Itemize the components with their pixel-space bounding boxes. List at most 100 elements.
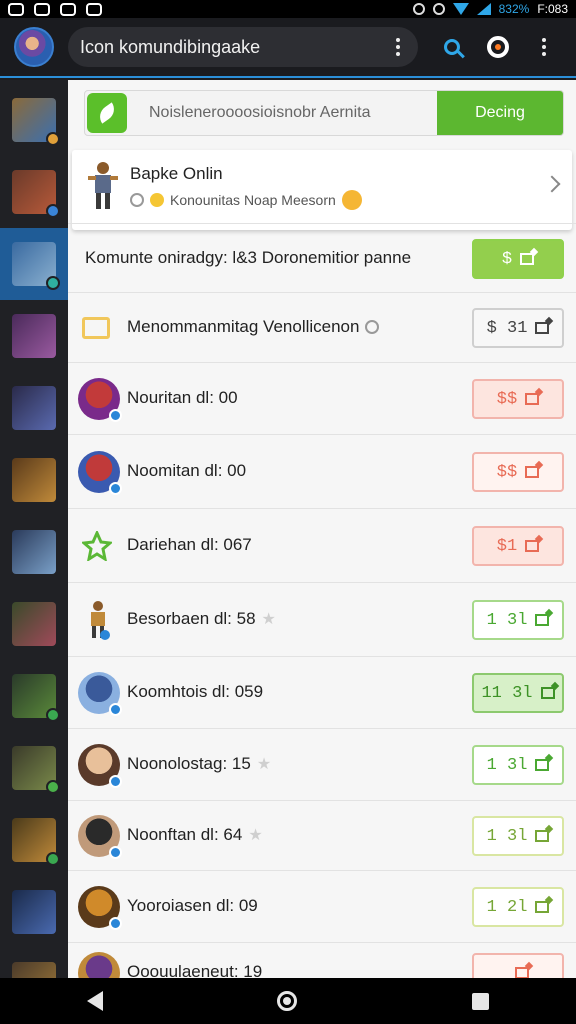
search-button[interactable] xyxy=(434,29,470,65)
sidebar-item[interactable] xyxy=(0,876,68,948)
overflow-menu-button[interactable] xyxy=(526,29,562,65)
list-item[interactable]: Koomhtois dl: 059 11 3l xyxy=(68,656,576,728)
list-item-text: Koomhtois dl: 059 xyxy=(127,682,263,702)
gear-icon xyxy=(487,36,509,58)
sidebar xyxy=(0,80,68,1006)
promo-banner[interactable]: Noisleneroooosioisnobr Aernita Decing xyxy=(84,90,564,136)
price-button[interactable]: 1 3l xyxy=(472,745,564,785)
featured-title: Bapke Onlin xyxy=(130,164,223,183)
sidebar-item[interactable] xyxy=(0,588,68,660)
signal-icon xyxy=(476,3,491,15)
notification-icon xyxy=(8,2,24,16)
sidebar-item[interactable] xyxy=(0,228,68,300)
star-icon: ★ xyxy=(248,827,263,844)
featured-subtitle-text: Konounitas Noap Meesorn xyxy=(170,192,336,208)
list-item[interactable]: Noonftan dl: 64 ★ 1 3l xyxy=(68,800,576,870)
price-button[interactable]: $ 31 xyxy=(472,308,564,348)
list-item[interactable]: Nouritan dl: 00 $$ xyxy=(68,362,576,434)
main-content: Noisleneroooosioisnobr Aernita Decing Ba… xyxy=(68,80,576,978)
price-button[interactable]: 11 3l xyxy=(472,673,564,713)
list-item[interactable]: Noonolostag: 15 ★ 1 3l xyxy=(68,728,576,800)
avatar xyxy=(78,378,122,422)
cart-icon xyxy=(525,466,540,478)
cart-icon xyxy=(535,759,550,771)
online-badge xyxy=(109,775,122,788)
price-label: $ 31 xyxy=(486,318,528,338)
home-button[interactable] xyxy=(277,991,298,1011)
cart-icon xyxy=(535,901,550,913)
list-item-label: Noomitan dl: 00 xyxy=(127,461,247,480)
featured-subtitle: Konounitas Noap Meesorn xyxy=(130,190,362,210)
price-button[interactable]: $$ xyxy=(472,379,564,419)
search-text: Icon komundibingaake xyxy=(80,36,261,57)
list-item-text: Noonftan dl: 64 ★ xyxy=(127,825,263,845)
search-icon xyxy=(444,39,460,55)
sidebar-item[interactable] xyxy=(0,732,68,804)
sidebar-item[interactable] xyxy=(0,444,68,516)
search-menu-icon[interactable] xyxy=(390,38,406,56)
gear-small-icon xyxy=(365,320,380,334)
list-item-label: Menommanmitag Venollicenon xyxy=(127,317,360,336)
more-vert-icon xyxy=(536,38,552,56)
sidebar-item[interactable] xyxy=(0,156,68,228)
list-item[interactable]: Komunte oniradgy: l&3 Doronemitior panne… xyxy=(68,223,576,293)
price-label: 1 3l xyxy=(486,610,528,630)
status-badge xyxy=(46,204,60,218)
battery-text: 832% xyxy=(498,2,530,16)
price-button[interactable]: $1 xyxy=(472,526,564,566)
sidebar-item[interactable] xyxy=(0,660,68,732)
avatar xyxy=(78,815,122,859)
featured-card[interactable]: Bapke Onlin Konounitas Noap Meesorn xyxy=(72,150,572,230)
status-badge xyxy=(46,276,60,290)
sidebar-item[interactable] xyxy=(0,372,68,444)
list-item[interactable]: Yooroiasen dl: 09 1 2l xyxy=(68,870,576,942)
cart-icon xyxy=(515,967,529,978)
list-item-label: Komunte oniradgy: l&3 Doronemitior panne xyxy=(85,248,412,267)
sync-icon xyxy=(412,3,425,15)
avatar xyxy=(78,886,122,930)
game-thumbnail xyxy=(12,314,56,358)
sidebar-item[interactable] xyxy=(0,516,68,588)
price-label: 1 3l xyxy=(486,755,528,775)
avatar xyxy=(78,952,120,978)
game-thumbnail xyxy=(12,674,60,722)
list-item[interactable]: Ooouulaeneut: 19 xyxy=(68,942,576,978)
system-nav-bar xyxy=(0,978,576,1024)
notification-icon xyxy=(34,2,50,16)
chevron-right-icon[interactable] xyxy=(543,175,561,193)
recents-button[interactable] xyxy=(471,992,489,1010)
profile-avatar[interactable] xyxy=(14,27,54,67)
price-button[interactable]: 1 3l xyxy=(472,816,564,856)
list-item[interactable]: Noomitan dl: 00 $$ xyxy=(68,434,576,508)
list-item[interactable]: Menommanmitag Venollicenon $ 31 xyxy=(68,292,576,362)
price-button[interactable]: 1 2l xyxy=(472,887,564,927)
cart-icon xyxy=(535,322,550,334)
price-button[interactable] xyxy=(472,953,564,978)
sidebar-item[interactable] xyxy=(0,84,68,156)
smile-small-icon xyxy=(150,193,164,207)
cart-icon xyxy=(535,614,550,626)
game-thumbnail xyxy=(12,818,60,866)
price-button[interactable]: $$ xyxy=(472,452,564,492)
promo-button[interactable]: Decing xyxy=(437,91,563,135)
price-button[interactable]: 1 3l xyxy=(472,600,564,640)
status-badge xyxy=(46,780,60,794)
search-bar[interactable]: Icon komundibingaake xyxy=(68,27,418,67)
price-button[interactable]: $ xyxy=(472,239,564,279)
list-item-text: Yooroiasen dl: 09 xyxy=(127,896,258,916)
list-item[interactable]: Dariehan dl: 067 $1 xyxy=(68,508,576,582)
settings-button[interactable] xyxy=(480,29,516,65)
back-button[interactable] xyxy=(87,991,104,1011)
price-label: $ xyxy=(501,249,513,269)
sidebar-item[interactable] xyxy=(0,804,68,876)
cart-icon xyxy=(525,540,540,552)
avatar xyxy=(78,451,122,495)
online-badge xyxy=(109,703,122,716)
sidebar-item[interactable] xyxy=(0,300,68,372)
list-item[interactable]: Besorbaen dl: 58 ★ 1 3l xyxy=(68,582,576,656)
cart-icon xyxy=(535,830,550,842)
price-label: $$ xyxy=(496,462,518,482)
list-item-label: Yooroiasen dl: 09 xyxy=(127,896,258,915)
star-arrow-icon xyxy=(82,531,112,561)
cart-icon xyxy=(525,393,540,405)
